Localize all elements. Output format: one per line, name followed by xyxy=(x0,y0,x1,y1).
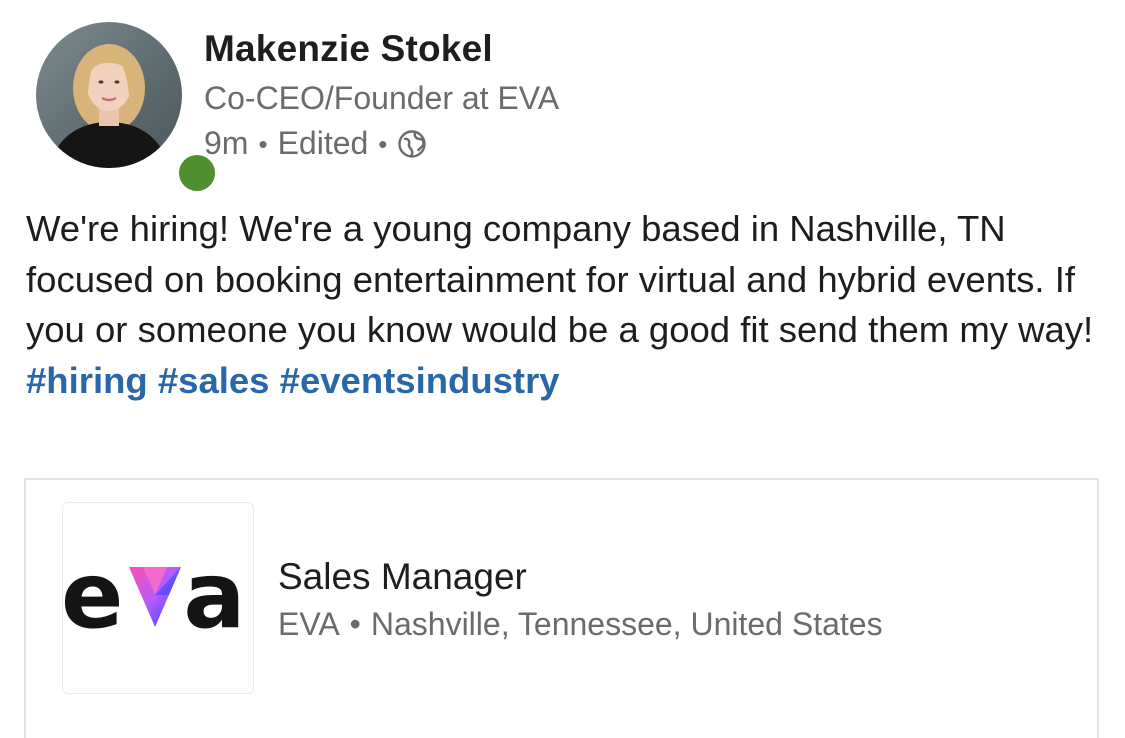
job-card[interactable]: eva Sales Manager EVA • Nashville, Tenne… xyxy=(24,478,1099,738)
meta-separator: • xyxy=(378,128,388,159)
post-body: We're hiring! We're a young company base… xyxy=(26,204,1101,406)
meta-separator: • xyxy=(258,128,268,159)
hashtag-link[interactable]: #hiring xyxy=(26,360,148,401)
hashtag-link[interactable]: #eventsindustry xyxy=(280,360,560,401)
globe-icon xyxy=(397,129,427,159)
post-time: 9m xyxy=(204,125,249,161)
post-meta: 9m • Edited • xyxy=(204,125,427,162)
job-subtitle: EVA • Nashville, Tennessee, United State… xyxy=(278,606,883,643)
author-avatar[interactable] xyxy=(36,22,220,196)
post-text: We're hiring! We're a young company base… xyxy=(26,208,1094,350)
company-logo: eva xyxy=(62,502,254,694)
avatar-photo xyxy=(36,22,182,168)
job-company: EVA xyxy=(278,606,340,642)
job-separator: • xyxy=(349,606,361,642)
edited-label: Edited xyxy=(277,125,369,161)
job-location: Nashville, Tennessee, United States xyxy=(370,606,883,642)
job-title[interactable]: Sales Manager xyxy=(278,556,527,598)
author-headline: Co-CEO/Founder at EVA xyxy=(204,80,560,116)
author-name[interactable]: Makenzie Stokel xyxy=(204,28,493,70)
post-header: Makenzie Stokel Co-CEO/Founder at EVA 9m… xyxy=(0,0,1125,196)
eva-logo: eva xyxy=(63,542,245,649)
hashtag-link[interactable]: #sales xyxy=(158,360,270,401)
